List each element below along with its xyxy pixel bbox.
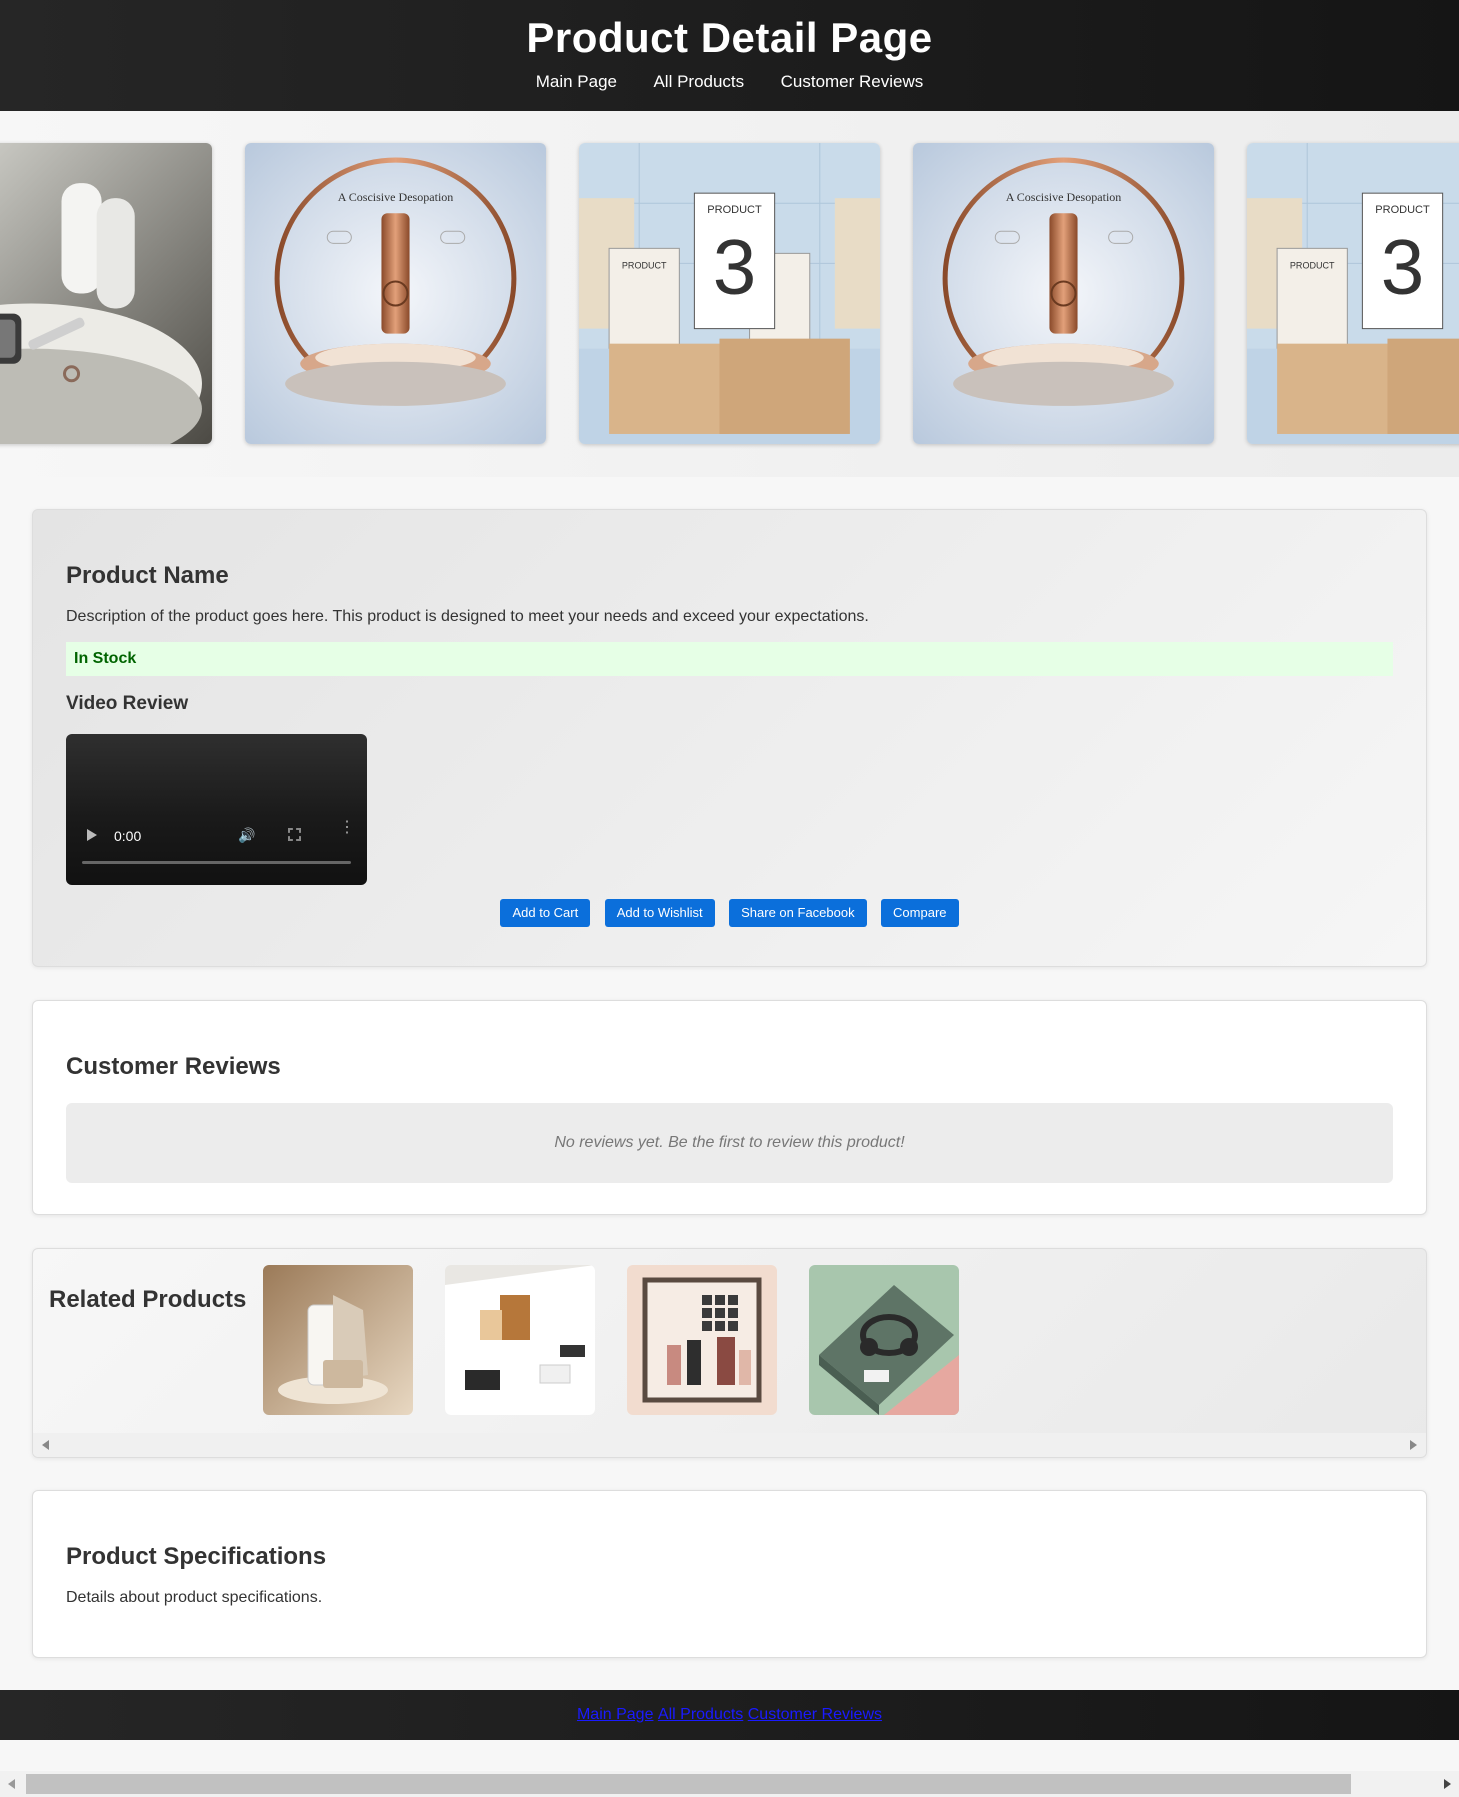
add-to-wishlist-button[interactable]: Add to Wishlist — [604, 899, 715, 927]
related-products-card: Related Products — [32, 1248, 1427, 1458]
customer-reviews-card: Customer Reviews No reviews yet. Be the … — [32, 1000, 1427, 1215]
header-nav: Main Page All Products Customer Reviews — [0, 72, 1459, 92]
add-to-cart-button[interactable]: Add to Cart — [500, 899, 591, 927]
footer-link-main-page[interactable]: Main Page — [577, 1706, 654, 1723]
cosmetics-palette-image — [627, 1265, 777, 1415]
carousel-slide[interactable]: A Coscisive Desopation — [913, 143, 1214, 444]
page-title: Product Detail Page — [526, 14, 933, 61]
page: Product Detail Page Main Page All Produc… — [0, 0, 1459, 1797]
svg-text:A Coscisive Desopation: A Coscisive Desopation — [338, 190, 454, 204]
svg-text:3: 3 — [713, 223, 757, 311]
related-scrollbar[interactable] — [33, 1433, 1426, 1457]
skincare-laptop-image — [445, 1265, 595, 1415]
svg-text:PRODUCT: PRODUCT — [707, 204, 762, 216]
specs-title: Product Specifications — [66, 1543, 327, 1570]
product-box-image: PRODUCT PRODUCT 3 — [1247, 143, 1459, 444]
share-facebook-button[interactable]: Share on Facebook — [729, 899, 867, 927]
nav-all-products[interactable]: All Products — [653, 72, 744, 91]
more-options-icon[interactable]: ⋮ — [339, 820, 355, 836]
fullscreen-icon[interactable] — [288, 828, 301, 841]
svg-text:PRODUCT: PRODUCT — [1375, 204, 1430, 216]
specs-text: Details about product specifications. — [66, 1589, 323, 1606]
product-actions: Add to Cart Add to Wishlist Share on Fac… — [33, 899, 1426, 927]
video-progress-bar[interactable] — [82, 861, 351, 864]
reviews-empty-message: No reviews yet. Be the first to review t… — [66, 1103, 1393, 1183]
scrollbar-thumb[interactable] — [26, 1774, 1351, 1794]
product-box-image: PRODUCT PRODUCT 3 — [579, 143, 880, 444]
nav-customer-reviews[interactable]: Customer Reviews — [781, 72, 924, 91]
site-header: Product Detail Page Main Page All Produc… — [0, 0, 1459, 111]
carousel-slide[interactable]: PRODUCT PRODUCT 3 — [1247, 143, 1459, 444]
footer-link-customer-reviews[interactable]: Customer Reviews — [748, 1706, 882, 1723]
product-name: Product Name — [66, 562, 229, 589]
svg-text:A Coscisive Desopation: A Coscisive Desopation — [1006, 190, 1122, 204]
product-info-card: Product Name Description of the product … — [32, 509, 1427, 967]
cosmetic-bottle-image: A Coscisive Desopation — [245, 143, 546, 444]
nav-main-page[interactable]: Main Page — [536, 72, 617, 91]
scroll-left-icon[interactable] — [42, 1440, 49, 1450]
video-player[interactable]: 0:00 🔊 ⋮ — [66, 734, 367, 885]
related-product-item[interactable] — [445, 1265, 595, 1415]
footer-link-all-products[interactable]: All Products — [658, 1706, 743, 1723]
related-product-item[interactable] — [809, 1265, 959, 1415]
volume-icon[interactable]: 🔊 — [238, 827, 255, 844]
carousel-slide[interactable]: A Coscisive Desopation — [245, 143, 546, 444]
related-product-item[interactable] — [627, 1265, 777, 1415]
video-review-title: Video Review — [66, 693, 189, 714]
headphones-box-image — [809, 1265, 959, 1415]
watch-product-image — [0, 143, 212, 444]
svg-text:3: 3 — [1381, 223, 1425, 311]
product-description: Description of the product goes here. Th… — [66, 608, 869, 625]
cosmetic-bottle-image: A Coscisive Desopation — [913, 143, 1214, 444]
related-title: Related Products — [49, 1286, 247, 1313]
page-horizontal-scrollbar[interactable] — [0, 1771, 1459, 1797]
play-icon[interactable] — [87, 829, 97, 841]
compare-button[interactable]: Compare — [881, 899, 959, 927]
scroll-left-icon[interactable] — [8, 1779, 15, 1789]
svg-text:PRODUCT: PRODUCT — [622, 260, 667, 270]
svg-text:PRODUCT: PRODUCT — [1290, 260, 1335, 270]
scroll-right-icon[interactable] — [1410, 1440, 1417, 1450]
image-carousel[interactable]: A Coscisive Desopation PRODUCT PRODUCT 3… — [0, 111, 1459, 477]
video-time: 0:00 — [114, 828, 142, 844]
carousel-slide[interactable] — [0, 143, 212, 444]
reviews-title: Customer Reviews — [66, 1053, 281, 1080]
scroll-right-icon[interactable] — [1444, 1779, 1451, 1789]
stock-status: In Stock — [66, 642, 1393, 676]
carousel-slide[interactable]: PRODUCT PRODUCT 3 — [579, 143, 880, 444]
product-specifications-card: Product Specifications Details about pro… — [32, 1490, 1427, 1658]
related-product-item[interactable] — [263, 1265, 413, 1415]
site-footer: Main Page All Products Customer Reviews — [0, 1690, 1459, 1740]
apparel-phone-image — [263, 1265, 413, 1415]
